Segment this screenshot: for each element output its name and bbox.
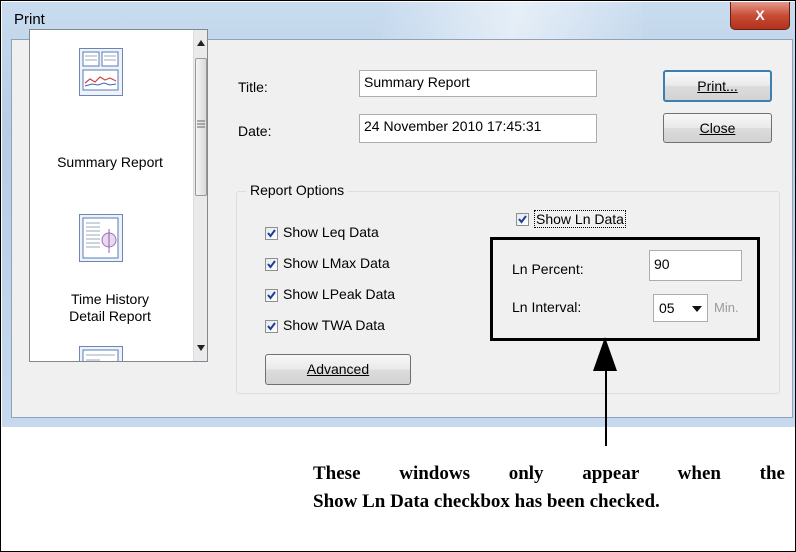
close-icon: X <box>755 7 765 23</box>
show-lpeak-checkbox[interactable] <box>265 289 278 302</box>
show-twa-label[interactable]: Show TWA Data <box>283 317 385 333</box>
list-item-summary-report[interactable]: Summary Report <box>32 154 188 171</box>
title-field[interactable]: Summary Report <box>359 70 597 97</box>
report-list-scrollbar[interactable] <box>193 30 207 361</box>
show-ln-label[interactable]: Show Ln Data <box>534 210 626 228</box>
show-ln-checkbox[interactable] <box>516 213 529 226</box>
report-type-list[interactable]: Summary Report Time History Detail Repor… <box>29 29 208 362</box>
time-history-report-icon <box>79 214 123 262</box>
show-lmax-label[interactable]: Show LMax Data <box>283 255 390 271</box>
list-item-time-history-detail-report[interactable]: Time History Detail Report <box>32 291 188 325</box>
show-lmax-checkbox[interactable] <box>265 258 278 271</box>
scroll-grip-icon <box>197 120 205 128</box>
close-button[interactable]: Close <box>663 113 772 143</box>
print-dialog: Print X Summary Report Time History Deta… <box>2 2 795 427</box>
show-leq-checkbox[interactable] <box>265 227 278 240</box>
advanced-button[interactable]: Advanced <box>265 354 411 385</box>
scroll-up-icon[interactable] <box>197 40 205 46</box>
print-button[interactable]: Print... <box>663 70 772 102</box>
show-lpeak-label[interactable]: Show LPeak Data <box>283 286 395 302</box>
date-field[interactable]: 24 November 2010 17:45:31 <box>359 114 597 143</box>
scroll-down-icon[interactable] <box>197 345 205 351</box>
window-close-button[interactable]: X <box>730 2 790 30</box>
ln-fields-highlight-box <box>490 237 760 341</box>
summary-report-icon <box>79 48 123 96</box>
report-options-label: Report Options <box>246 182 349 198</box>
title-label: Title: <box>238 79 268 95</box>
caption-line-2: Show Ln Data checkbox has been checked. <box>313 491 660 512</box>
annotation-caption: These windows only appear when the Show … <box>313 460 785 516</box>
caption-line-1: These windows only appear when the <box>313 463 785 484</box>
date-label: Date: <box>238 123 272 139</box>
figure-frame: Print X Summary Report Time History Deta… <box>0 0 796 552</box>
show-leq-label[interactable]: Show Leq Data <box>283 224 379 240</box>
report-thumbnail-icon <box>79 346 123 361</box>
window-title: Print <box>14 11 45 28</box>
show-twa-checkbox[interactable] <box>265 320 278 333</box>
annotation-arrow-line <box>605 361 607 446</box>
